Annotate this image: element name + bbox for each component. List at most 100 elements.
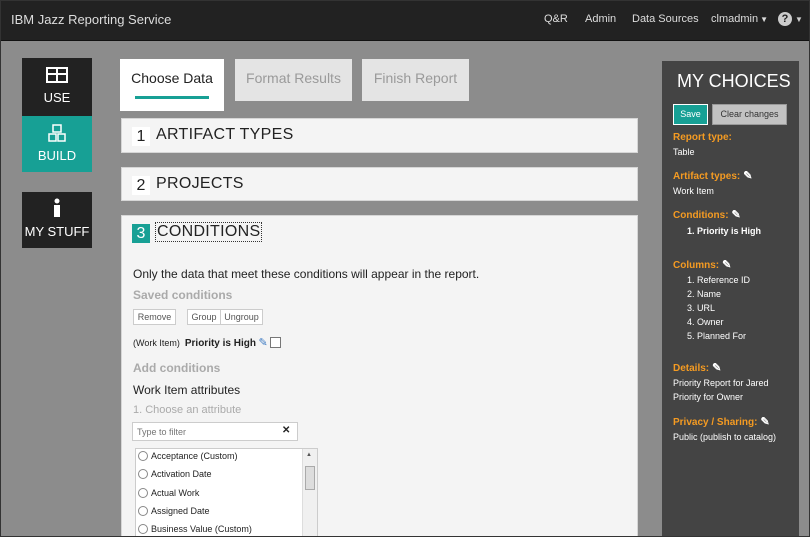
details-label: Details: (673, 363, 710, 374)
saved-condition-row: (Work Item) Priority is High ✎ (133, 336, 281, 349)
choices-title: MY CHOICES (677, 71, 791, 91)
report-type-label: Report type: (673, 132, 732, 143)
save-button[interactable]: Save (673, 104, 708, 125)
table-icon (46, 67, 68, 83)
list-item[interactable]: Acceptance (Custom) (138, 451, 238, 461)
sidebar-item-label: MY STUFF (24, 224, 90, 239)
pencil-icon[interactable]: ✎ (259, 337, 268, 349)
close-icon[interactable]: ✕ (282, 425, 290, 436)
scroll-up-icon[interactable]: ▲ (306, 452, 312, 458)
scrollbar-thumb[interactable] (305, 466, 315, 490)
ungroup-button[interactable]: Ungroup (220, 309, 263, 325)
filter-input[interactable] (132, 422, 298, 441)
conditions-intro: Only the data that meet these conditions… (133, 267, 480, 281)
pencil-icon[interactable]: ✎ (760, 416, 769, 428)
attribute-label: Assigned Date (151, 506, 210, 516)
attribute-label: Activation Date (151, 469, 212, 479)
sidebar-item-build[interactable]: BUILD (22, 116, 92, 172)
chevron-down-icon: ▼ (760, 15, 768, 24)
app-window: IBM Jazz Reporting Service Q&R Admin Dat… (0, 0, 810, 537)
add-conditions-heading: Add conditions (133, 361, 221, 375)
clear-changes-button[interactable]: Clear changes (712, 104, 787, 125)
radio-button[interactable] (138, 524, 148, 534)
person-icon (54, 198, 60, 217)
panel-projects[interactable]: 2 PROJECTS (121, 167, 638, 201)
privacy-label: Privacy / Sharing: (673, 417, 758, 428)
nav-admin[interactable]: Admin (585, 13, 616, 25)
sidebar-item-use[interactable]: USE (22, 58, 92, 116)
nav-qr[interactable]: Q&R (544, 13, 568, 25)
panel-title[interactable]: CONDITIONS (154, 222, 263, 242)
saved-conditions-heading: Saved conditions (133, 288, 233, 302)
sidebar-item-label: BUILD (37, 148, 77, 163)
attribute-label: Actual Work (151, 488, 200, 498)
attributes-heading: Work Item attributes (133, 383, 241, 397)
help-icon[interactable]: ? (778, 12, 792, 26)
tab-label: Choose Data (131, 70, 213, 86)
privacy-label-row: Privacy / Sharing: ✎ (673, 415, 770, 428)
chevron-down-icon[interactable]: ▼ (795, 15, 803, 24)
attribute-list[interactable]: Acceptance (Custom) Activation Date Actu… (135, 448, 318, 536)
columns-label: Columns: (673, 260, 720, 271)
panel-title: ARTIFACT TYPES (156, 126, 294, 143)
attribute-label: Business Value (Custom) (151, 524, 252, 534)
blocks-icon (48, 124, 66, 142)
top-navbar: IBM Jazz Reporting Service Q&R Admin Dat… (1, 1, 809, 41)
tab-choose-data[interactable]: Choose Data (120, 59, 224, 111)
column-item: 4. Owner (687, 317, 724, 327)
app-title: IBM Jazz Reporting Service (11, 12, 172, 27)
artifact-types-value: Work Item (673, 186, 714, 196)
user-name: clmadmin (711, 13, 759, 25)
step-number: 3 (132, 224, 150, 243)
radio-button[interactable] (138, 469, 148, 479)
my-choices-panel: MY CHOICES Save Clear changes Report typ… (662, 61, 799, 536)
column-item: 5. Planned For (687, 331, 747, 341)
column-item: 3. URL (687, 303, 716, 313)
radio-button[interactable] (138, 488, 148, 498)
panel-artifact-types[interactable]: 1 ARTIFACT TYPES (121, 118, 638, 153)
details-line: Priority Report for Jared (673, 378, 769, 388)
condition-prefix: (Work Item) (133, 338, 180, 348)
attribute-label: Acceptance (Custom) (151, 451, 238, 461)
step-number: 1 (132, 127, 150, 146)
condition-item: 1. Priority is High (687, 226, 762, 236)
pencil-icon[interactable]: ✎ (743, 170, 752, 182)
scrollbar[interactable]: ▲ (302, 449, 317, 536)
list-item[interactable]: Business Value (Custom) (138, 524, 252, 534)
tab-finish-report[interactable]: Finish Report (362, 59, 469, 101)
pencil-icon[interactable]: ✎ (732, 209, 741, 221)
condition-checkbox[interactable] (269, 337, 281, 348)
artifact-types-label: Artifact types: (673, 171, 741, 182)
conditions-label: Conditions: (673, 210, 729, 221)
choose-attribute-label: 1. Choose an attribute (133, 404, 242, 416)
details-line: Priority for Owner (673, 392, 744, 402)
sidebar-item-my-stuff[interactable]: MY STUFF (22, 192, 92, 248)
privacy-value: Public (publish to catalog) (673, 432, 777, 442)
conditions-label-row: Conditions: ✎ (673, 208, 741, 221)
sidebar-item-label: USE (43, 90, 71, 105)
pencil-icon[interactable]: ✎ (722, 259, 731, 271)
active-tab-underline (135, 96, 209, 99)
pencil-icon[interactable]: ✎ (712, 362, 721, 374)
list-item[interactable]: Activation Date (138, 469, 212, 479)
details-label-row: Details: ✎ (673, 361, 721, 374)
panel-conditions: 3 CONDITIONS Only the data that meet the… (121, 215, 638, 536)
column-item: 2. Name (687, 289, 722, 299)
nav-data-sources[interactable]: Data Sources (632, 13, 699, 25)
list-item[interactable]: Assigned Date (138, 506, 210, 516)
radio-button[interactable] (138, 506, 148, 516)
tab-label: Format Results (246, 70, 341, 86)
report-type-value: Table (673, 147, 695, 157)
list-item[interactable]: Actual Work (138, 488, 199, 498)
group-button[interactable]: Group (187, 309, 221, 325)
remove-button[interactable]: Remove (133, 309, 176, 325)
column-item: 1. Reference ID (687, 275, 751, 285)
step-number: 2 (132, 176, 150, 195)
tab-format-results[interactable]: Format Results (235, 59, 352, 101)
user-menu[interactable]: clmadmin ▼ (711, 13, 768, 25)
panel-title: PROJECTS (156, 175, 244, 192)
radio-button[interactable] (138, 451, 148, 461)
artifact-types-label-row: Artifact types: ✎ (673, 169, 752, 182)
condition-text: Priority is High (184, 338, 256, 349)
tab-label: Finish Report (373, 70, 458, 86)
